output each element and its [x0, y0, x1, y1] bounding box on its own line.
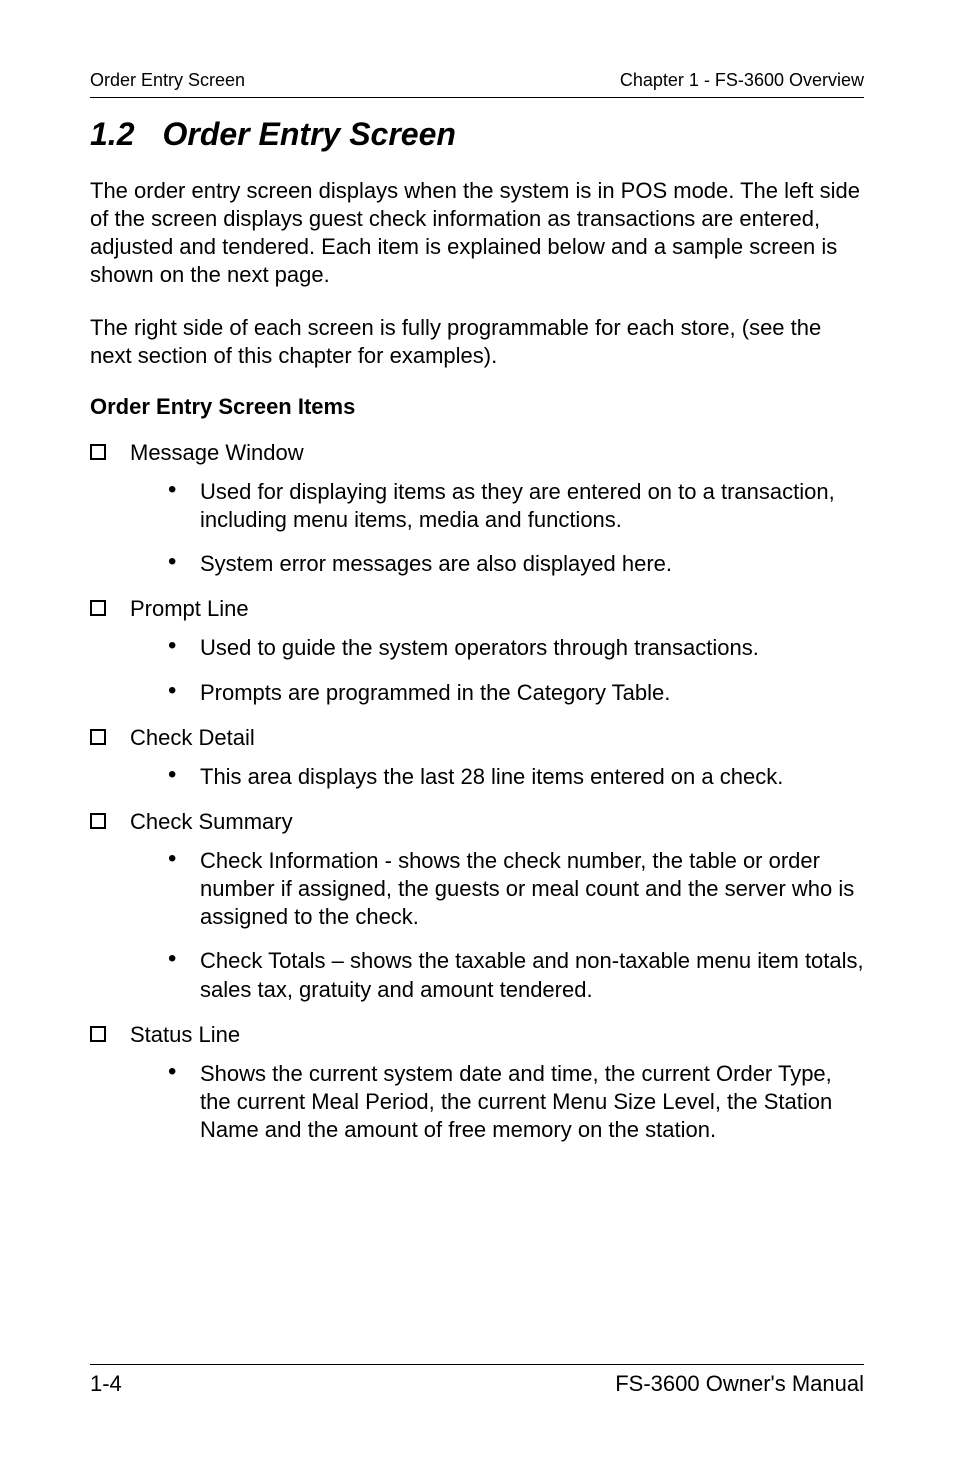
list-item: Shows the current system date and time, … [162, 1060, 864, 1144]
item-label: Message Window [130, 440, 864, 466]
list-item: Check Information - shows the check numb… [162, 847, 864, 931]
footer-page-number: 1-4 [90, 1371, 122, 1397]
item-label: Prompt Line [130, 596, 864, 622]
square-bullet-icon [90, 1026, 106, 1042]
list-item: This area displays the last 28 line item… [162, 763, 864, 791]
sublist: Used to guide the system operators throu… [130, 634, 864, 706]
subsection-heading: Order Entry Screen Items [90, 394, 864, 420]
list-item: System error messages are also displayed… [162, 550, 864, 578]
sublist: Used for displaying items as they are en… [130, 478, 864, 578]
section-title: 1.2 Order Entry Screen [90, 116, 864, 153]
section-number: 1.2 [90, 116, 134, 153]
list-item: Prompts are programmed in the Category T… [162, 679, 864, 707]
running-header: Order Entry Screen Chapter 1 - FS-3600 O… [90, 70, 864, 98]
footer-manual-title: FS-3600 Owner's Manual [615, 1371, 864, 1397]
sublist: Check Information - shows the check numb… [130, 847, 864, 1004]
list-item: Used to guide the system operators throu… [162, 634, 864, 662]
intro-paragraph-1: The order entry screen displays when the… [90, 177, 864, 290]
intro-paragraph-2: The right side of each screen is fully p… [90, 314, 864, 370]
list-item: Message Window Used for displaying items… [90, 440, 864, 578]
sublist: Shows the current system date and time, … [130, 1060, 864, 1144]
list-item: Check Detail This area displays the last… [90, 725, 864, 791]
list-item: Check Summary Check Information - shows … [90, 809, 864, 1004]
list-item: Prompt Line Used to guide the system ope… [90, 596, 864, 706]
header-left: Order Entry Screen [90, 70, 245, 91]
item-label: Check Summary [130, 809, 864, 835]
list-item: Used for displaying items as they are en… [162, 478, 864, 534]
sublist: This area displays the last 28 line item… [130, 763, 864, 791]
page-footer: 1-4 FS-3600 Owner's Manual [90, 1364, 864, 1397]
square-bullet-icon [90, 813, 106, 829]
list-item: Check Totals – shows the taxable and non… [162, 947, 864, 1003]
header-right: Chapter 1 - FS-3600 Overview [620, 70, 864, 91]
section-heading: Order Entry Screen [162, 116, 455, 153]
list-item: Status Line Shows the current system dat… [90, 1022, 864, 1144]
item-label: Status Line [130, 1022, 864, 1048]
items-list: Message Window Used for displaying items… [90, 440, 864, 1144]
document-page: Order Entry Screen Chapter 1 - FS-3600 O… [0, 0, 954, 1475]
square-bullet-icon [90, 600, 106, 616]
square-bullet-icon [90, 729, 106, 745]
item-label: Check Detail [130, 725, 864, 751]
square-bullet-icon [90, 444, 106, 460]
